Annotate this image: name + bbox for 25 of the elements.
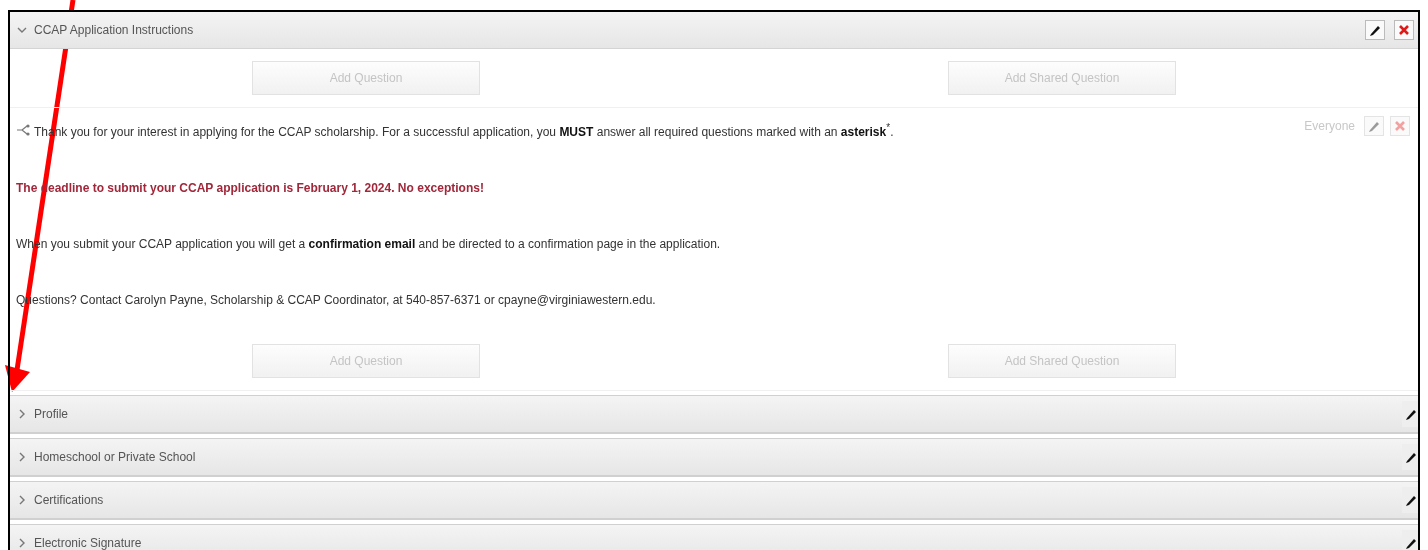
section-title: Profile bbox=[34, 407, 69, 421]
section-header[interactable]: Certifications bbox=[10, 481, 1418, 520]
section-header[interactable]: CCAP Application Instructions bbox=[10, 12, 1418, 49]
section-header[interactable]: Profile bbox=[10, 395, 1418, 434]
edit-button[interactable] bbox=[1402, 444, 1418, 470]
section-title: Certifications bbox=[34, 493, 105, 507]
close-icon bbox=[1398, 24, 1410, 36]
pencil-icon bbox=[1404, 450, 1418, 464]
pencil-icon bbox=[1367, 119, 1381, 133]
section-title: Electronic Signature bbox=[34, 536, 143, 550]
share-icon bbox=[16, 124, 32, 136]
pencil-icon bbox=[1404, 407, 1418, 421]
section-header[interactable]: Homeschool or Private School bbox=[10, 438, 1418, 477]
edit-button[interactable] bbox=[1402, 487, 1418, 513]
pencil-icon bbox=[1404, 493, 1418, 507]
close-icon bbox=[1394, 120, 1406, 132]
edit-button[interactable] bbox=[1365, 20, 1385, 40]
pencil-icon bbox=[1404, 536, 1418, 550]
edit-button[interactable] bbox=[1402, 530, 1418, 550]
section-title: CCAP Application Instructions bbox=[34, 23, 195, 37]
pencil-icon bbox=[1368, 23, 1382, 37]
section-header[interactable]: Electronic Signature bbox=[10, 524, 1418, 550]
delete-button[interactable] bbox=[1394, 20, 1414, 40]
section-title: Homeschool or Private School bbox=[34, 450, 197, 464]
edit-button[interactable] bbox=[1402, 401, 1418, 427]
